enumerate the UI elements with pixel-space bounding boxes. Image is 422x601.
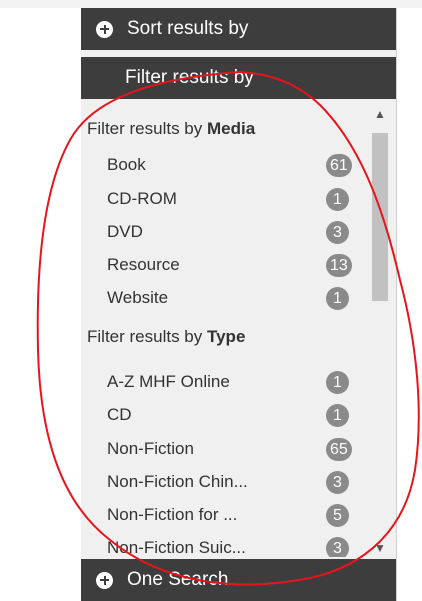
filter-list: Filter results by Media Book 61 CD-ROM 1… (81, 105, 371, 557)
filter-item-label: A-Z MHF Online (107, 372, 230, 391)
filter-item-label: Book (107, 155, 146, 174)
filter-item-label: Non-Fiction Suic... (107, 538, 246, 557)
filter-group-title-media: Filter results by Media (87, 119, 256, 138)
filter-item-cd-rom[interactable]: CD-ROM 1 (81, 184, 371, 216)
filter-item-label: Non-Fiction for ... (107, 505, 238, 524)
sort-results-header[interactable]: Sort results by (81, 8, 396, 50)
plus-circle-icon (96, 20, 113, 38)
filter-item-book[interactable]: Book 61 (81, 150, 371, 182)
one-search-header[interactable]: One Search (81, 559, 396, 601)
count-badge: 5 (326, 504, 349, 527)
count-badge: 3 (326, 537, 349, 557)
filter-results-label: Filter results by (125, 67, 254, 88)
filter-item-dvd[interactable]: DVD 3 (81, 217, 371, 249)
count-badge: 1 (326, 287, 349, 310)
filter-group-title-type: Filter results by Type (87, 327, 246, 346)
one-search-label: One Search (127, 569, 229, 590)
count-badge: 61 (326, 154, 352, 177)
top-strip (0, 0, 422, 8)
filter-item-a-z-mhf-online[interactable]: A-Z MHF Online 1 (81, 367, 371, 399)
count-badge: 1 (326, 188, 349, 211)
chevron-up-icon[interactable]: ▲ (369, 105, 391, 123)
count-badge: 1 (326, 371, 349, 394)
chevron-down-icon[interactable]: ▼ (369, 539, 391, 557)
filter-item-label: Resource (107, 255, 180, 274)
filter-item-label: DVD (107, 222, 143, 241)
filter-item-label: CD (107, 405, 132, 424)
count-badge: 3 (326, 471, 349, 494)
filter-item-non-fiction-suic[interactable]: Non-Fiction Suic... 3 (81, 533, 371, 557)
count-badge: 65 (326, 438, 352, 461)
scrollbar-thumb[interactable] (372, 133, 388, 301)
filter-item-non-fiction[interactable]: Non-Fiction 65 (81, 434, 371, 466)
filter-item-non-fiction-for[interactable]: Non-Fiction for ... 5 (81, 500, 371, 532)
filter-item-label: CD-ROM (107, 189, 177, 208)
filter-results-header[interactable]: Filter results by (81, 57, 396, 99)
filter-item-resource[interactable]: Resource 13 (81, 250, 371, 282)
plus-circle-icon (96, 571, 113, 589)
sort-results-label: Sort results by (127, 18, 249, 39)
count-badge: 3 (326, 221, 349, 244)
filter-item-non-fiction-chin[interactable]: Non-Fiction Chin... 3 (81, 467, 371, 499)
filter-item-label: Website (107, 288, 169, 307)
filter-item-label: Non-Fiction (107, 439, 194, 458)
search-side-panel: Sort results by Filter results by Filter… (81, 8, 397, 601)
filter-item-label: Non-Fiction Chin... (107, 472, 248, 491)
count-badge: 1 (326, 404, 349, 427)
filter-item-website[interactable]: Website 1 (81, 283, 371, 315)
count-badge: 13 (326, 254, 352, 277)
filter-scrollbar[interactable]: ▲ ▼ (369, 105, 391, 557)
filter-item-cd[interactable]: CD 1 (81, 400, 371, 432)
